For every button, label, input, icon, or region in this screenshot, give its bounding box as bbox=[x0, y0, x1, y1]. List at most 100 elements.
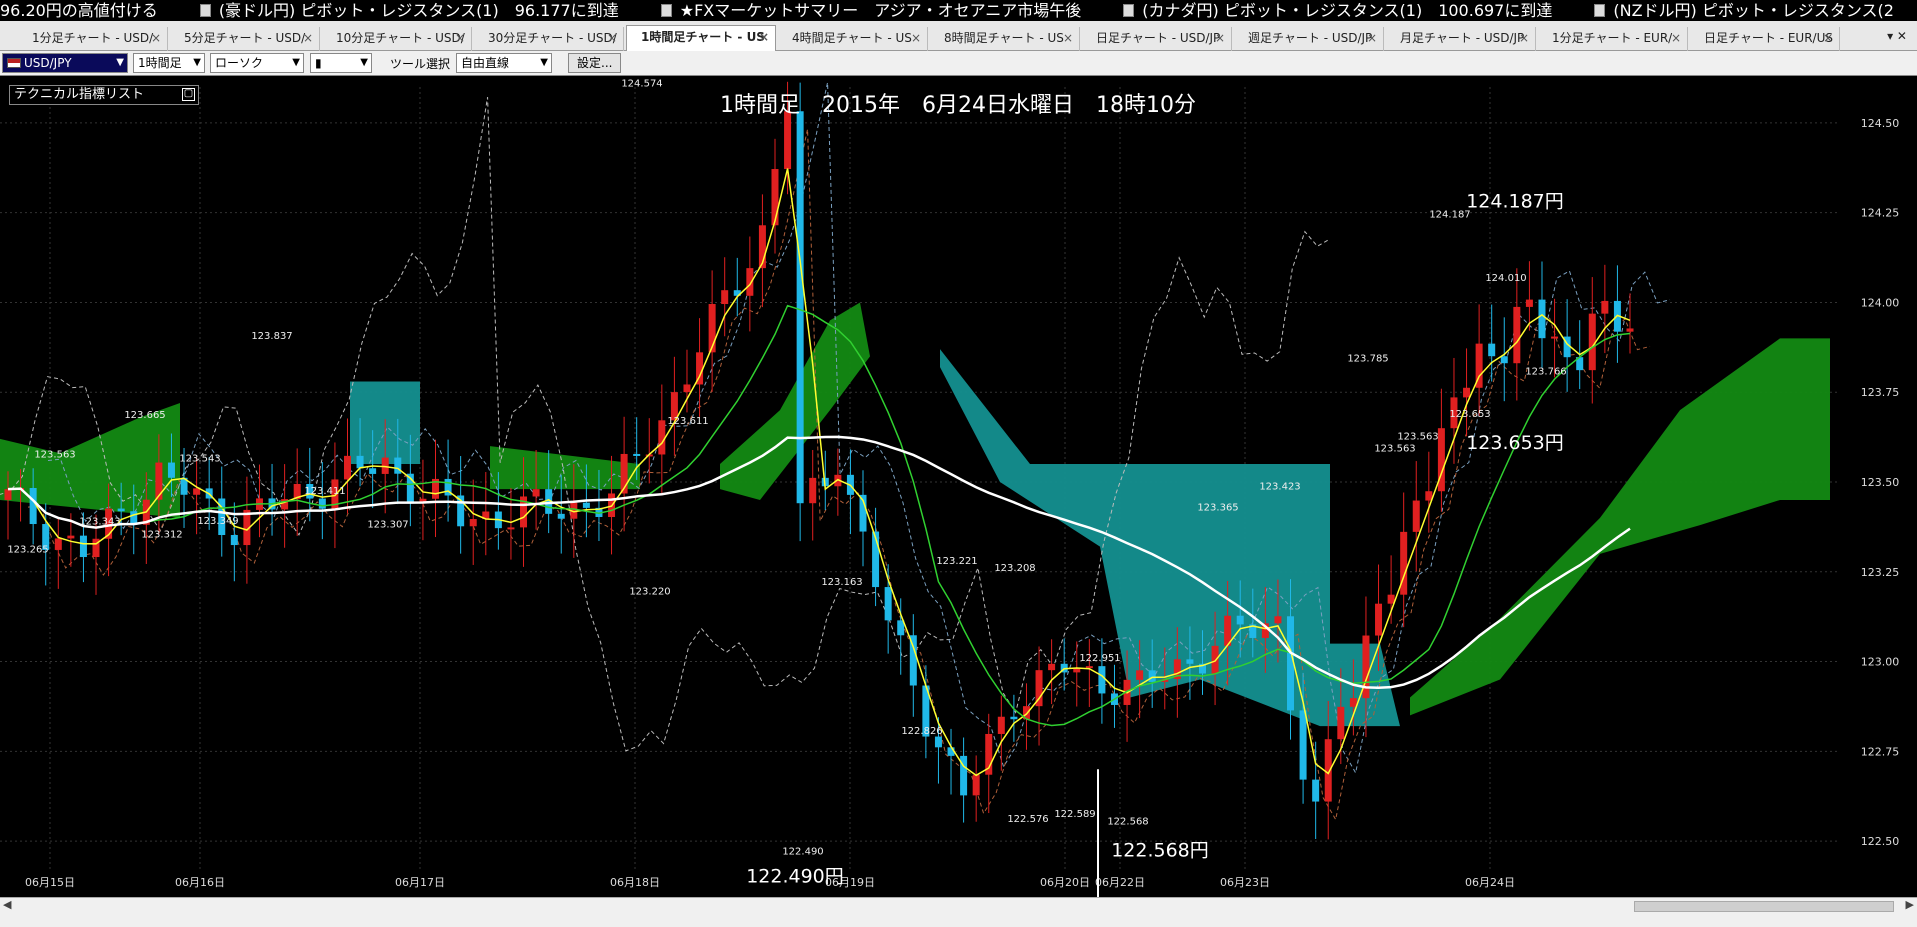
tab-chart-8[interactable]: 週足チャート - USD/JP × bbox=[1234, 27, 1384, 51]
tab-chart-5[interactable]: 4時間足チャート - US × bbox=[778, 27, 928, 51]
candle-body bbox=[1136, 670, 1144, 680]
currency-pair-select[interactable]: USD/JPY ▼ bbox=[2, 53, 128, 73]
horizontal-scrollbar[interactable]: ◀ ▶ bbox=[0, 897, 1917, 915]
indicator-list-panel[interactable]: テクニカル指標リスト ▢ bbox=[9, 85, 199, 105]
candle-body bbox=[771, 169, 779, 226]
tab-menu-icon[interactable]: ▾ ✕ bbox=[1887, 29, 1907, 43]
x-tick-label: 06月24日 bbox=[1465, 876, 1515, 889]
document-icon bbox=[1594, 4, 1606, 17]
status-bar bbox=[0, 915, 1917, 927]
candle-body bbox=[532, 489, 540, 497]
ticker-item[interactable]: (豪ドル円) ピボット・レジスタンス(1) 96.177に到達 bbox=[219, 0, 619, 21]
x-tick-label: 06月23日 bbox=[1220, 876, 1270, 889]
price-callout: 124.187円 bbox=[1466, 190, 1564, 212]
close-icon[interactable]: × bbox=[1519, 27, 1529, 49]
timeframe-select[interactable]: 1時間足 ▼ bbox=[133, 53, 205, 73]
chart-toolbar: USD/JPY ▼ 1時間足 ▼ ローソク ▼ ▮ ▼ ツール選択 自由直線 ▼… bbox=[0, 51, 1917, 76]
y-tick-label: 123.50 bbox=[1861, 476, 1900, 489]
indicator-list-label: テクニカル指標リスト bbox=[14, 87, 145, 102]
tab-chart-11[interactable]: 日足チャート - EUR/US × bbox=[1690, 27, 1840, 51]
timeframe-value: 1時間足 bbox=[138, 56, 182, 70]
tab-chart-1[interactable]: 5分足チャート - USD/× bbox=[170, 27, 320, 51]
close-icon[interactable]: × bbox=[151, 27, 161, 49]
candle-body bbox=[633, 453, 641, 456]
scrollbar-thumb[interactable] bbox=[1634, 901, 1894, 912]
price-callout: 122.490円 bbox=[746, 866, 844, 888]
candle-body bbox=[230, 535, 238, 546]
tab-chart-7[interactable]: 日足チャート - USD/JP × bbox=[1082, 27, 1232, 51]
candle-body bbox=[658, 420, 666, 455]
chevron-down-icon: ▼ bbox=[193, 57, 201, 68]
price-label: 123.653 bbox=[1449, 409, 1490, 420]
candle-body bbox=[1488, 343, 1496, 357]
candle-body bbox=[1349, 698, 1357, 707]
scroll-right-icon[interactable]: ▶ bbox=[1906, 898, 1914, 911]
price-label: 122.490 bbox=[782, 847, 823, 858]
price-label: 123.307 bbox=[367, 519, 408, 530]
close-icon[interactable]: × bbox=[455, 27, 465, 49]
close-icon[interactable]: × bbox=[303, 27, 313, 49]
candle-body bbox=[356, 455, 364, 469]
candle-body bbox=[1588, 313, 1596, 371]
candle-body bbox=[934, 736, 942, 748]
candle-body bbox=[1148, 670, 1156, 682]
candle-body bbox=[4, 489, 12, 500]
chart-type-value: ローソク bbox=[215, 56, 264, 70]
chart-title: 1時間足 2015年 6月24日水曜日 18時10分 bbox=[720, 93, 1196, 118]
chart-canvas[interactable]: 124.50 124.25 124.00 123.75 123.50 123.25 123.… bbox=[0, 77, 1917, 897]
news-ticker[interactable]: 96.20円の高値付ける (豪ドル円) ピボット・レジスタンス(1) 96.177… bbox=[0, 0, 1917, 21]
close-icon[interactable]: × bbox=[1823, 27, 1833, 49]
candle-body bbox=[1412, 500, 1420, 532]
tab-label: 1分足チャート - EUR/ bbox=[1552, 31, 1673, 45]
close-icon[interactable]: × bbox=[759, 26, 769, 48]
chart-type-select[interactable]: ローソク ▼ bbox=[210, 53, 304, 73]
tab-label: 週足チャート - USD/JP bbox=[1248, 31, 1373, 45]
close-icon[interactable]: × bbox=[1367, 27, 1377, 49]
tab-label: 5分足チャート - USD/ bbox=[184, 31, 306, 45]
ticker-item[interactable]: (カナダ円) ピボット・レジスタンス(1) 100.697に到達 bbox=[1142, 0, 1552, 21]
price-label: 123.365 bbox=[1197, 502, 1238, 513]
tool-select[interactable]: 自由直線 ▼ bbox=[456, 53, 552, 73]
tab-chart-2[interactable]: 10分足チャート - USD/× bbox=[322, 27, 472, 51]
candle-icon: ▮ bbox=[315, 56, 322, 70]
tab-chart-4[interactable]: 1時間足チャート - US × bbox=[626, 25, 776, 52]
candle-body bbox=[909, 635, 917, 686]
scroll-left-icon[interactable]: ◀ bbox=[3, 898, 11, 911]
ichimoku-cloud bbox=[940, 349, 1400, 727]
price-label: 123.563 bbox=[34, 449, 75, 460]
collapse-icon[interactable]: ▢ bbox=[182, 88, 195, 101]
close-icon[interactable]: × bbox=[1215, 27, 1225, 49]
ticker-item[interactable]: ★FXマーケットサマリー アジア・オセアニア市場午後 bbox=[680, 0, 1082, 21]
tab-chart-6[interactable]: 8時間足チャート - US × bbox=[930, 27, 1080, 51]
tab-label: 1分足チャート - USD/ bbox=[32, 31, 154, 45]
close-icon[interactable]: × bbox=[1063, 27, 1073, 49]
candlestick-chart[interactable]: 124.50 124.25 124.00 123.75 123.50 123.25 123.… bbox=[0, 77, 1917, 897]
price-label: 122.576 bbox=[1007, 814, 1048, 825]
tab-label: 月足チャート - USD/JP bbox=[1400, 31, 1525, 45]
tab-chart-10[interactable]: 1分足チャート - EUR/× bbox=[1538, 27, 1688, 51]
close-icon[interactable]: × bbox=[607, 27, 617, 49]
x-tick-label: 06月16日 bbox=[175, 876, 225, 889]
settings-button[interactable]: 設定... bbox=[568, 53, 622, 73]
close-icon[interactable]: × bbox=[1671, 27, 1681, 49]
tab-chart-3[interactable]: 30分足チャート - USD/× bbox=[474, 27, 624, 51]
candle-body bbox=[1513, 306, 1521, 364]
candle-body bbox=[1500, 356, 1508, 364]
candle-body bbox=[683, 384, 691, 393]
close-icon[interactable]: × bbox=[911, 27, 921, 49]
ticker-item[interactable]: 96.20円の高値付ける bbox=[0, 0, 158, 21]
price-label: 122.826 bbox=[901, 726, 942, 737]
price-label: 123.411 bbox=[304, 486, 345, 497]
candle-body bbox=[1463, 387, 1471, 398]
price-callout: 122.568円 bbox=[1111, 840, 1209, 862]
tab-chart-0[interactable]: 1分足チャート - USD/× bbox=[18, 27, 168, 51]
ticker-item[interactable]: (NZドル円) ピボット・レジスタンス(2 bbox=[1613, 0, 1894, 21]
y-tick-label: 124.00 bbox=[1861, 296, 1900, 309]
candle-style-select[interactable]: ▮ ▼ bbox=[310, 53, 372, 73]
candle-body bbox=[784, 111, 792, 170]
price-label: 123.423 bbox=[1259, 482, 1300, 493]
tab-chart-9[interactable]: 月足チャート - USD/JP × bbox=[1386, 27, 1536, 51]
x-tick-label: 06月17日 bbox=[395, 876, 445, 889]
x-tick-label: 06月18日 bbox=[610, 876, 660, 889]
price-label: 123.665 bbox=[124, 410, 165, 421]
